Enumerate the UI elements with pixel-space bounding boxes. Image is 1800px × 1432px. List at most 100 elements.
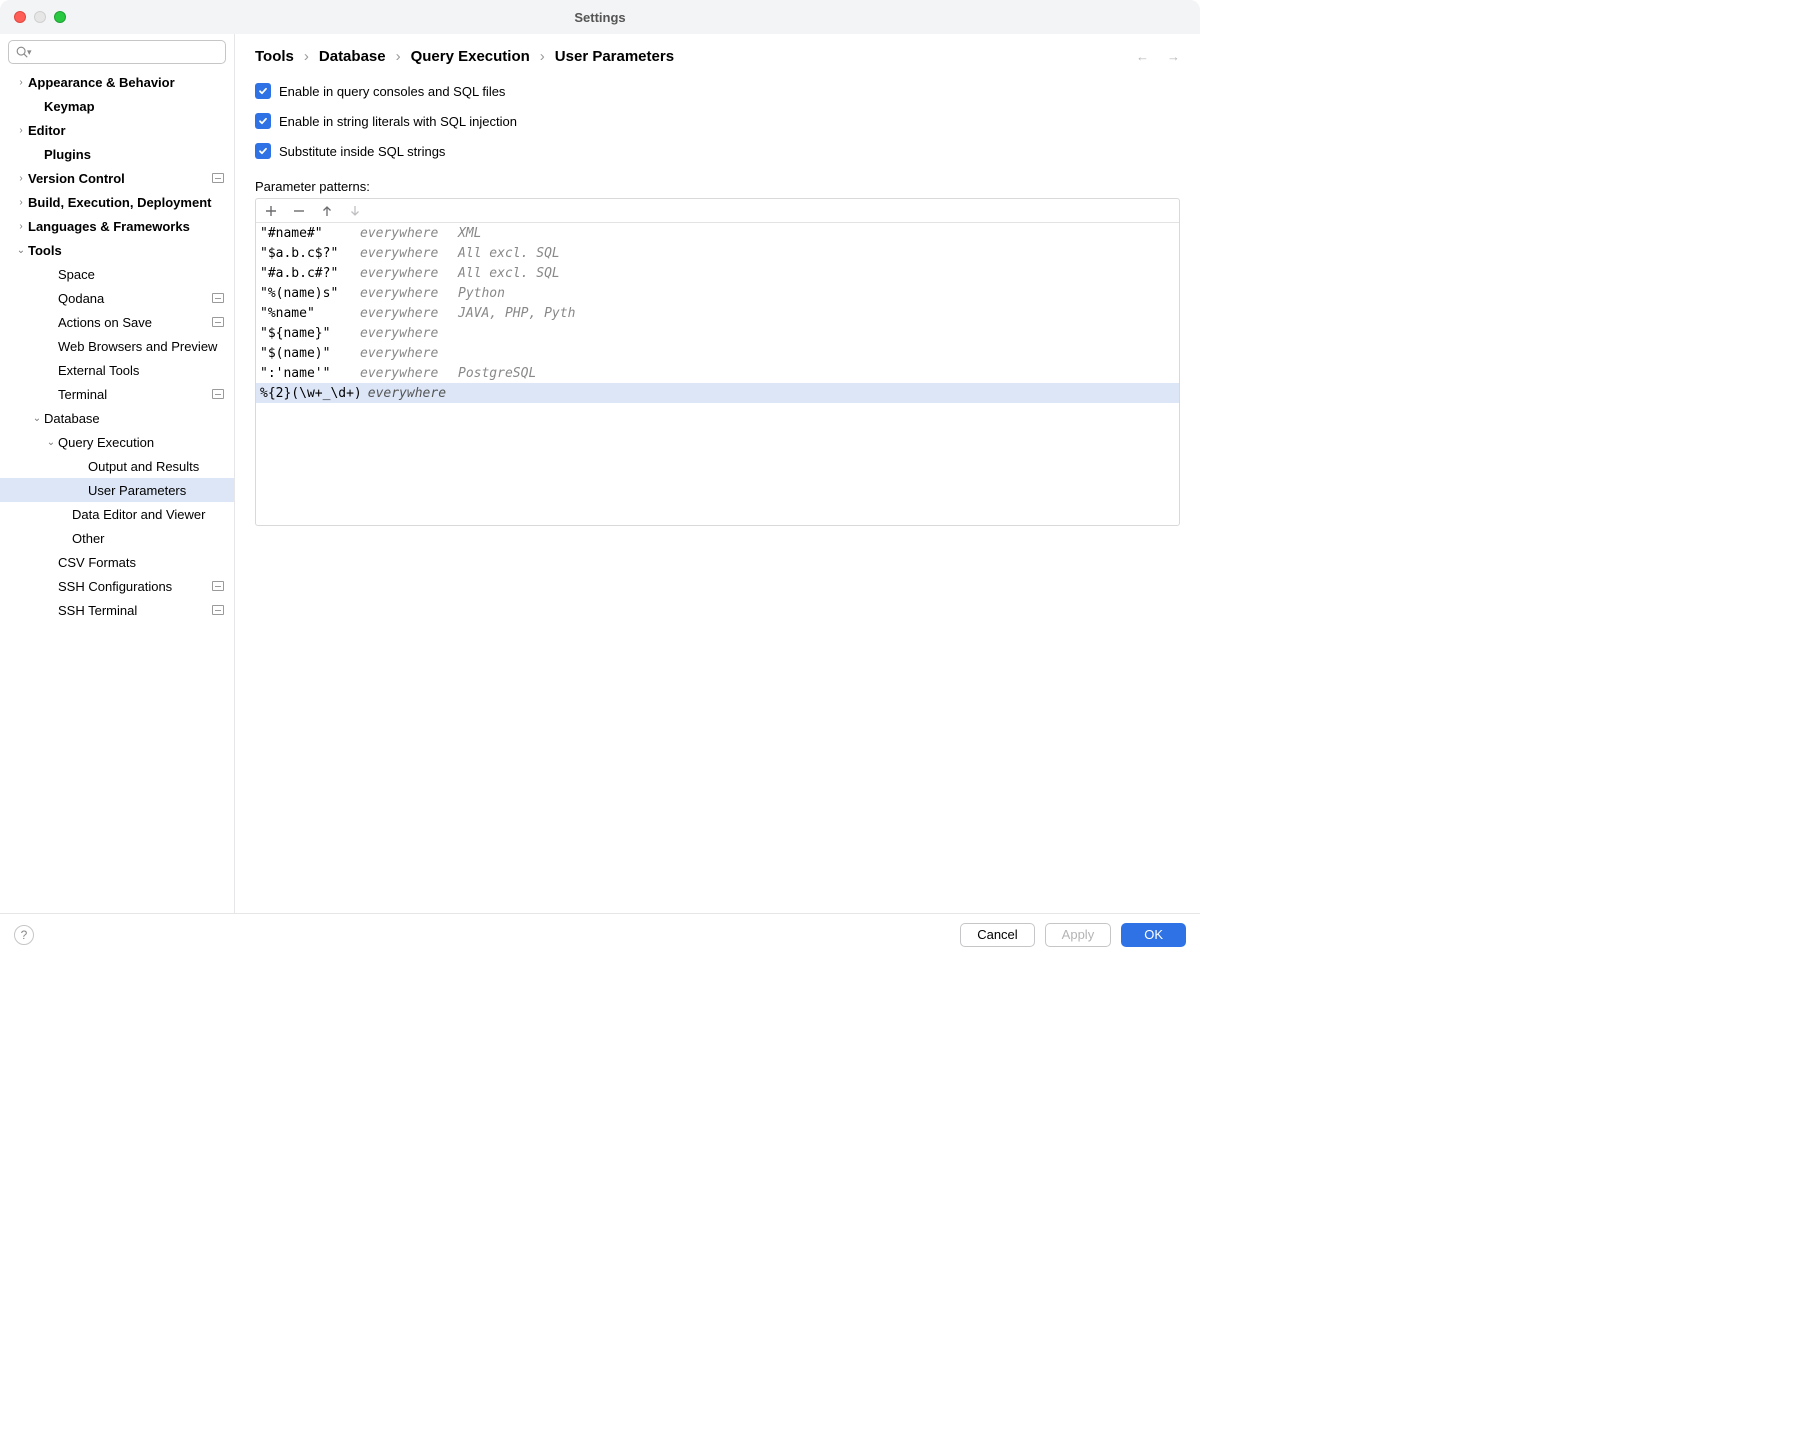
- tree-item[interactable]: ⌄Tools: [0, 238, 234, 262]
- breadcrumb-sep: ›: [396, 48, 401, 65]
- titlebar: Settings: [0, 0, 1200, 34]
- window-title: Settings: [0, 10, 1200, 25]
- pattern-scope: everywhere: [360, 266, 458, 281]
- project-scope-icon: [212, 315, 224, 330]
- pattern-text: "%(name)s": [260, 286, 360, 301]
- pattern-row[interactable]: "%name"everywhereJAVA, PHP, Pyth: [256, 303, 1179, 323]
- pattern-text: "$(name)": [260, 346, 360, 361]
- pattern-context: All excl. SQL: [458, 266, 560, 281]
- enable-string-literals-checkbox[interactable]: Enable in string literals with SQL injec…: [255, 113, 1180, 129]
- help-icon[interactable]: ?: [14, 925, 34, 945]
- tree-item-label: Languages & Frameworks: [28, 219, 190, 234]
- chevron-icon: ›: [14, 197, 28, 208]
- apply-button[interactable]: Apply: [1045, 923, 1112, 947]
- back-icon[interactable]: ←: [1136, 49, 1149, 64]
- patterns-rows[interactable]: "#name#"everywhereXML"$a.b.c$?"everywher…: [256, 223, 1179, 525]
- move-up-icon[interactable]: [320, 204, 334, 218]
- chevron-icon: ⌄: [44, 437, 58, 448]
- tree-item-label: Output and Results: [88, 459, 199, 474]
- tree-item[interactable]: ›Editor: [0, 118, 234, 142]
- tree-item[interactable]: ›Version Control: [0, 166, 234, 190]
- tree-item[interactable]: External Tools: [0, 358, 234, 382]
- pattern-context: Python: [458, 286, 505, 301]
- tree-item[interactable]: ›Appearance & Behavior: [0, 70, 234, 94]
- tree-item-label: Query Execution: [58, 435, 154, 450]
- tree-item-label: Actions on Save: [58, 315, 152, 330]
- tree-item-label: Other: [72, 531, 105, 546]
- tree-item[interactable]: ›Build, Execution, Deployment: [0, 190, 234, 214]
- tree-item[interactable]: Other: [0, 526, 234, 550]
- pattern-row[interactable]: ":'name'"everywherePostgreSQL: [256, 363, 1179, 383]
- tree-item-label: Space: [58, 267, 95, 282]
- search-field[interactable]: ▾: [8, 40, 226, 64]
- chevron-icon: ⌄: [14, 245, 28, 256]
- checkbox-checked-icon: [255, 143, 271, 159]
- pattern-text: %{2}(\w+_\d+): [260, 386, 362, 401]
- ok-button[interactable]: OK: [1121, 923, 1186, 947]
- breadcrumb: Tools › Database › Query Execution › Use…: [255, 48, 674, 65]
- pattern-scope: everywhere: [360, 246, 458, 261]
- tree-item-label: Version Control: [28, 171, 125, 186]
- chevron-icon: ›: [14, 173, 28, 184]
- tree-item[interactable]: ›Languages & Frameworks: [0, 214, 234, 238]
- pattern-text: "$a.b.c$?": [260, 246, 360, 261]
- enable-consoles-checkbox[interactable]: Enable in query consoles and SQL files: [255, 83, 1180, 99]
- pattern-row[interactable]: %{2}(\w+_\d+) everywhere: [256, 383, 1179, 403]
- pattern-context: PostgreSQL: [458, 366, 536, 381]
- tree-item[interactable]: SSH Terminal: [0, 598, 234, 622]
- tree-item-label: Plugins: [44, 147, 91, 162]
- tree-item[interactable]: Qodana: [0, 286, 234, 310]
- tree-item-label: Tools: [28, 243, 62, 258]
- tree-item-label: Appearance & Behavior: [28, 75, 175, 90]
- pattern-scope: everywhere: [368, 386, 466, 401]
- move-down-icon: [348, 204, 362, 218]
- settings-tree[interactable]: ›Appearance & BehaviorKeymap›EditorPlugi…: [0, 70, 234, 913]
- breadcrumb-item: User Parameters: [555, 48, 674, 65]
- tree-item[interactable]: Web Browsers and Preview: [0, 334, 234, 358]
- chevron-icon: ›: [14, 77, 28, 88]
- remove-icon[interactable]: [292, 204, 306, 218]
- breadcrumb-sep: ›: [540, 48, 545, 65]
- tree-item-label: Database: [44, 411, 100, 426]
- chevron-icon: ›: [14, 221, 28, 232]
- tree-item[interactable]: Actions on Save: [0, 310, 234, 334]
- pattern-row[interactable]: "#a.b.c#?"everywhereAll excl. SQL: [256, 263, 1179, 283]
- chevron-icon: ›: [14, 125, 28, 136]
- search-input[interactable]: [36, 45, 219, 60]
- substitute-strings-checkbox[interactable]: Substitute inside SQL strings: [255, 143, 1180, 159]
- breadcrumb-item[interactable]: Query Execution: [411, 48, 530, 65]
- cancel-button[interactable]: Cancel: [960, 923, 1034, 947]
- tree-item[interactable]: SSH Configurations: [0, 574, 234, 598]
- tree-item-label: User Parameters: [88, 483, 186, 498]
- tree-item-label: Build, Execution, Deployment: [28, 195, 211, 210]
- tree-item[interactable]: ⌄Database: [0, 406, 234, 430]
- pattern-row[interactable]: "$a.b.c$?"everywhereAll excl. SQL: [256, 243, 1179, 263]
- pattern-scope: everywhere: [360, 326, 458, 341]
- pattern-context: XML: [458, 226, 481, 241]
- pattern-row[interactable]: "${name}"everywhere: [256, 323, 1179, 343]
- breadcrumb-sep: ›: [304, 48, 309, 65]
- breadcrumb-item[interactable]: Database: [319, 48, 386, 65]
- tree-item-label: External Tools: [58, 363, 139, 378]
- tree-item[interactable]: Data Editor and Viewer: [0, 502, 234, 526]
- tree-item[interactable]: Plugins: [0, 142, 234, 166]
- tree-item-label: Keymap: [44, 99, 95, 114]
- add-icon[interactable]: [264, 204, 278, 218]
- tree-item[interactable]: User Parameters: [0, 478, 234, 502]
- forward-icon[interactable]: →: [1167, 49, 1180, 64]
- pattern-row[interactable]: "%(name)s"everywherePython: [256, 283, 1179, 303]
- tree-item[interactable]: ⌄Query Execution: [0, 430, 234, 454]
- tree-item[interactable]: Keymap: [0, 94, 234, 118]
- tree-item[interactable]: CSV Formats: [0, 550, 234, 574]
- tree-item[interactable]: Space: [0, 262, 234, 286]
- pattern-row[interactable]: "$(name)"everywhere: [256, 343, 1179, 363]
- pattern-text: "#name#": [260, 226, 360, 241]
- main-panel: Tools › Database › Query Execution › Use…: [235, 34, 1200, 913]
- tree-item[interactable]: Terminal: [0, 382, 234, 406]
- nav-arrows: ← →: [1136, 49, 1180, 64]
- pattern-row[interactable]: "#name#"everywhereXML: [256, 223, 1179, 243]
- breadcrumb-item[interactable]: Tools: [255, 48, 294, 65]
- dropdown-icon[interactable]: ▾: [27, 47, 32, 58]
- tree-item[interactable]: Output and Results: [0, 454, 234, 478]
- pattern-text: ":'name'": [260, 366, 360, 381]
